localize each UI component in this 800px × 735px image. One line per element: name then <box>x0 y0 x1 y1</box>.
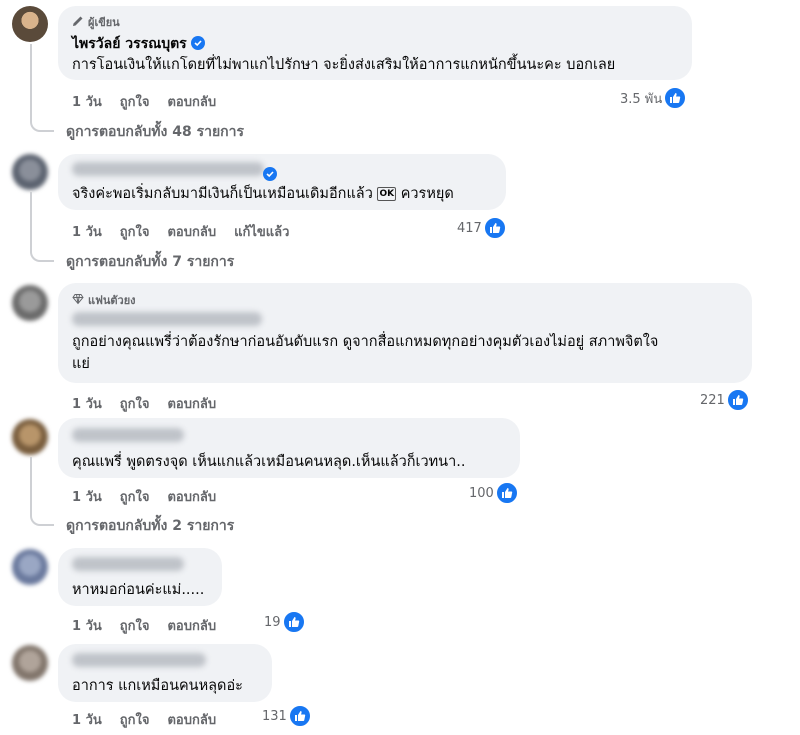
comment-actions: 1 วัน ถูกใจ ตอบกลับ <box>72 486 234 507</box>
reply-button[interactable]: ตอบกลับ <box>167 397 216 412</box>
comment-text: หาหมอก่อนค่ะแม่..... <box>72 582 205 598</box>
badge-label: ผู้เขียน <box>88 16 120 29</box>
author-name[interactable] <box>72 557 184 571</box>
reaction-number: 100 <box>469 485 494 501</box>
author-name[interactable] <box>72 653 206 667</box>
comment-text-line: ถูกอย่างคุณแพรี่ว่าต้องรักษาก่อนอันดับแร… <box>72 334 659 350</box>
verified-icon <box>263 167 277 181</box>
author-name[interactable] <box>72 312 262 326</box>
timestamp[interactable]: 1 วัน <box>72 713 102 728</box>
thread-connector <box>30 44 54 132</box>
reaction-number: 131 <box>262 708 287 724</box>
reply-button[interactable]: ตอบกลับ <box>167 619 216 634</box>
like-icon <box>726 389 749 411</box>
author-name-text[interactable]: ไพรวัลย์ วรรณบุตร <box>72 36 187 52</box>
reply-button[interactable]: ตอบกลับ <box>167 95 216 110</box>
reply-button[interactable]: ตอบกลับ <box>167 225 216 240</box>
reaction-count[interactable]: 417 <box>457 217 506 239</box>
edited-label: แก้ไขแล้ว <box>234 225 290 240</box>
like-icon <box>664 87 687 109</box>
reaction-count[interactable]: 131 <box>262 705 311 727</box>
pencil-icon <box>72 15 84 30</box>
reaction-count[interactable]: 100 <box>469 482 518 504</box>
timestamp[interactable]: 1 วัน <box>72 95 102 110</box>
like-icon <box>483 217 506 239</box>
diamond-icon <box>72 293 84 308</box>
reply-button[interactable]: ตอบกลับ <box>167 490 216 505</box>
comment-actions: 1 วัน ถูกใจ ตอบกลับ <box>72 91 234 112</box>
reaction-count[interactable]: 3.5 พัน <box>620 87 687 109</box>
comment-actions: 1 วัน ถูกใจ ตอบกลับ <box>72 393 234 414</box>
verified-icon <box>190 36 205 50</box>
timestamp[interactable]: 1 วัน <box>72 225 102 240</box>
author-badge: ผู้เขียน <box>72 13 120 31</box>
like-button[interactable]: ถูกใจ <box>120 95 150 110</box>
like-icon <box>282 611 305 633</box>
thread-connector <box>30 457 54 526</box>
comment-text: คุณแพรี่ พูดตรงจุด เห็นแกแล้วเหมือนคนหลุ… <box>72 454 466 470</box>
reaction-count[interactable]: 221 <box>700 389 749 411</box>
avatar[interactable] <box>12 549 48 585</box>
reply-button[interactable]: ตอบกลับ <box>167 713 216 728</box>
comment-text: อาการ แกเหมือนคนหลุดอ่ะ <box>72 678 243 694</box>
reaction-number: 19 <box>264 614 281 630</box>
reaction-number: 3.5 พัน <box>620 91 663 107</box>
like-button[interactable]: ถูกใจ <box>120 225 150 240</box>
badge-label: แฟนตัวยง <box>88 294 136 307</box>
view-replies-link[interactable]: ดูการตอบกลับทั้ง 7 รายการ <box>66 251 234 273</box>
view-replies-link[interactable]: ดูการตอบกลับทั้ง 48 รายการ <box>66 121 244 143</box>
comment-text: จริงค่ะพอเริ่มกลับมามีเงินก็เป็นเหมือนเด… <box>72 183 454 205</box>
comment-actions: 1 วัน ถูกใจ ตอบกลับ <box>72 709 234 730</box>
avatar[interactable] <box>12 285 48 321</box>
comment-text: ถูกอย่างคุณแพรี่ว่าต้องรักษาก่อนอันดับแร… <box>72 331 742 375</box>
like-icon <box>288 705 311 727</box>
like-button[interactable]: ถูกใจ <box>120 397 150 412</box>
like-button[interactable]: ถูกใจ <box>120 713 150 728</box>
ok-emoji-icon: OK <box>377 187 397 201</box>
like-button[interactable]: ถูกใจ <box>120 490 150 505</box>
comment-text: การโอนเงินให้แกโดยที่ไม่พาแกไปรักษา จะยิ… <box>72 57 616 73</box>
like-button[interactable]: ถูกใจ <box>120 619 150 634</box>
view-replies-link[interactable]: ดูการตอบกลับทั้ง 2 รายการ <box>66 515 234 537</box>
avatar[interactable] <box>12 419 48 455</box>
top-fan-badge: แฟนตัวยง <box>72 291 136 309</box>
thread-connector <box>30 192 54 262</box>
comment-actions: 1 วัน ถูกใจ ตอบกลับ แก้ไขแล้ว <box>72 221 307 242</box>
reaction-number: 221 <box>700 392 725 408</box>
reaction-number: 417 <box>457 220 482 236</box>
comment-text-line: แย่ <box>72 356 90 372</box>
comment-text-part: ควรหยุด <box>400 186 454 202</box>
timestamp[interactable]: 1 วัน <box>72 619 102 634</box>
avatar[interactable] <box>12 645 48 681</box>
reaction-count[interactable]: 19 <box>264 611 305 633</box>
author-name[interactable] <box>72 162 264 176</box>
author-name[interactable]: ไพรวัลย์ วรรณบุตร <box>72 33 205 55</box>
timestamp[interactable]: 1 วัน <box>72 397 102 412</box>
avatar[interactable] <box>12 154 48 190</box>
timestamp[interactable]: 1 วัน <box>72 490 102 505</box>
comment-text-part: จริงค่ะพอเริ่มกลับมามีเงินก็เป็นเหมือนเด… <box>72 186 373 202</box>
avatar[interactable] <box>12 6 48 42</box>
like-icon <box>495 482 518 504</box>
author-name[interactable] <box>72 428 184 442</box>
comment-actions: 1 วัน ถูกใจ ตอบกลับ <box>72 615 234 636</box>
